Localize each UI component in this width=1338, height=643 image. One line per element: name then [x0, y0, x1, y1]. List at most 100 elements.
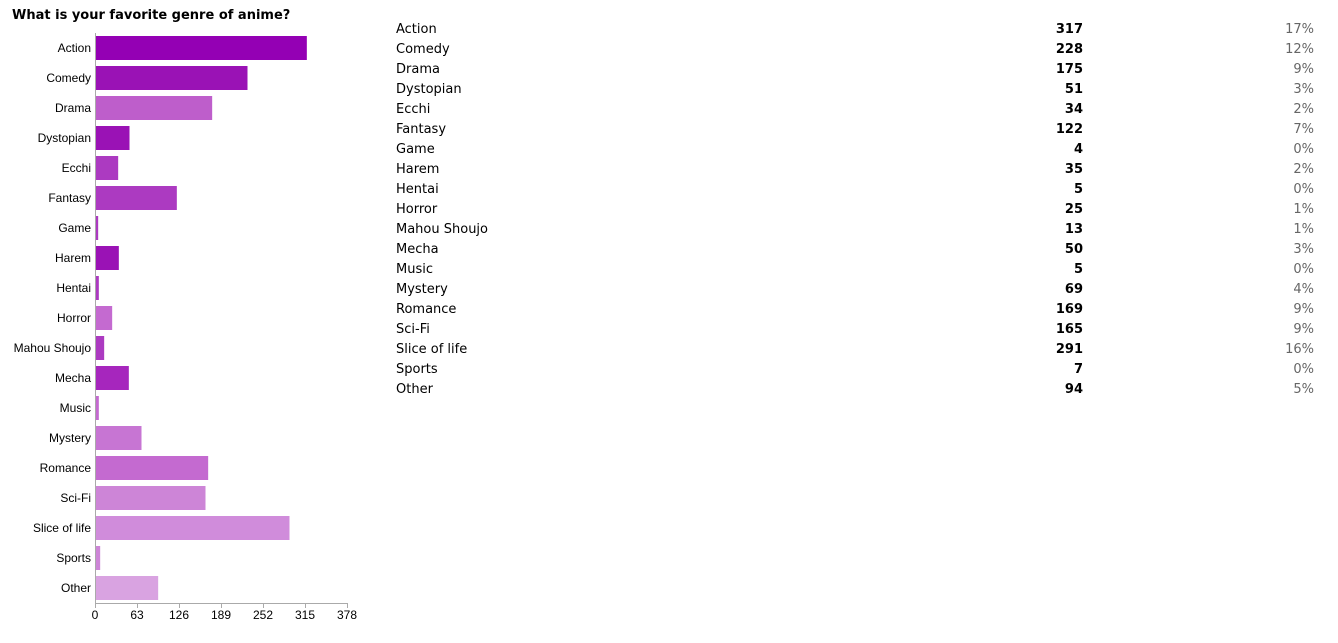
bar — [95, 156, 119, 180]
row-genre: Action — [396, 22, 437, 37]
row-percent: 2% — [1293, 102, 1314, 117]
bar — [95, 246, 119, 270]
row-genre: Comedy — [396, 42, 450, 57]
row-count: 5 — [1073, 182, 1083, 197]
category-label: Ecchi — [62, 161, 91, 175]
row-genre: Game — [396, 142, 435, 157]
row-count: 291 — [1055, 342, 1083, 357]
row-percent: 4% — [1293, 282, 1314, 297]
row-genre: Sci-Fi — [396, 322, 430, 337]
row-count: 122 — [1055, 122, 1083, 137]
row-genre: Dystopian — [396, 82, 462, 97]
table-row: Romance 169 9% — [396, 300, 1316, 320]
category-label: Hentai — [56, 281, 91, 295]
row-percent: 9% — [1293, 62, 1314, 77]
table-row: Slice of life 291 16% — [396, 340, 1316, 360]
bars-group — [95, 36, 307, 600]
row-percent: 2% — [1293, 162, 1314, 177]
category-label: Horror — [57, 311, 91, 325]
bar — [95, 96, 213, 120]
row-genre: Mahou Shoujo — [396, 222, 488, 237]
row-percent: 1% — [1293, 202, 1314, 217]
bar — [95, 66, 248, 90]
bar — [95, 126, 130, 150]
row-percent: 16% — [1285, 342, 1314, 357]
category-label: Fantasy — [48, 191, 91, 205]
table-row: Fantasy 122 7% — [396, 120, 1316, 140]
bar — [95, 306, 113, 330]
table-row: Game 4 0% — [396, 140, 1316, 160]
row-percent: 17% — [1285, 22, 1314, 37]
row-count: 175 — [1055, 62, 1083, 77]
bar — [95, 36, 307, 60]
row-genre: Mystery — [396, 282, 448, 297]
row-count: 7 — [1073, 362, 1083, 377]
category-label: Game — [58, 221, 91, 235]
row-count: 35 — [1064, 162, 1083, 177]
bar — [95, 486, 206, 510]
row-count: 50 — [1064, 242, 1083, 257]
table-row: Mystery 69 4% — [396, 280, 1316, 300]
table-row: Hentai 5 0% — [396, 180, 1316, 200]
row-count: 5 — [1073, 262, 1083, 277]
category-label: Dystopian — [38, 131, 91, 145]
row-percent: 5% — [1293, 382, 1314, 397]
row-genre: Sports — [396, 362, 438, 377]
table-row: Dystopian 51 3% — [396, 80, 1316, 100]
row-count: 69 — [1064, 282, 1083, 297]
row-percent: 9% — [1293, 322, 1314, 337]
category-label: Harem — [55, 251, 91, 265]
row-count: 94 — [1064, 382, 1083, 397]
bar — [95, 516, 290, 540]
table-row: Other 94 5% — [396, 380, 1316, 400]
table-row: Ecchi 34 2% — [396, 100, 1316, 120]
row-percent: 1% — [1293, 222, 1314, 237]
table-row: Drama 175 9% — [396, 60, 1316, 80]
x-tick-label: 378 — [337, 608, 357, 622]
row-percent: 0% — [1293, 182, 1314, 197]
category-label: Mahou Shoujo — [14, 341, 92, 355]
row-genre: Harem — [396, 162, 440, 177]
bar — [95, 546, 101, 570]
x-tick-label: 126 — [169, 608, 189, 622]
row-percent: 9% — [1293, 302, 1314, 317]
x-tick-label: 63 — [130, 608, 144, 622]
bar — [95, 456, 209, 480]
category-labels-group: Action Comedy Drama Dystopian Ecchi Fantasy Ga… — [14, 41, 92, 595]
row-count: 228 — [1055, 42, 1083, 57]
row-genre: Hentai — [396, 182, 439, 197]
row-genre: Horror — [396, 202, 438, 217]
row-percent: 0% — [1293, 362, 1314, 377]
x-tick-label: 0 — [92, 608, 99, 622]
table-row: Action 317 17% — [396, 20, 1316, 40]
category-label: Sports — [56, 551, 91, 565]
category-label: Romance — [40, 461, 92, 475]
row-count: 51 — [1064, 82, 1083, 97]
bar — [95, 186, 177, 210]
table-row: Sci-Fi 165 9% — [396, 320, 1316, 340]
x-ticks-group: 0 63 126 189 252 315 378 — [92, 603, 357, 622]
category-label: Mystery — [49, 431, 91, 445]
row-count: 13 — [1064, 222, 1083, 237]
bar — [95, 426, 142, 450]
row-genre: Drama — [396, 62, 440, 77]
row-percent: 3% — [1293, 242, 1314, 257]
row-count: 4 — [1073, 142, 1083, 157]
row-genre: Slice of life — [396, 342, 468, 357]
row-percent: 7% — [1293, 122, 1314, 137]
bar — [95, 336, 105, 360]
x-tick-label: 252 — [253, 608, 273, 622]
x-tick-label: 189 — [211, 608, 231, 622]
row-percent: 0% — [1293, 142, 1314, 157]
results-table: Action 317 17% Comedy 228 12% Drama 175 9% Dystop… — [396, 20, 1316, 400]
table-row: Sports 7 0% — [396, 360, 1316, 380]
category-label: Slice of life — [33, 521, 91, 535]
row-count: 169 — [1055, 302, 1083, 317]
row-genre: Fantasy — [396, 122, 447, 137]
row-count: 25 — [1064, 202, 1083, 217]
category-label: Comedy — [46, 71, 91, 85]
category-label: Drama — [55, 101, 91, 115]
category-label: Sci-Fi — [60, 491, 91, 505]
category-label: Music — [60, 401, 91, 415]
bar — [95, 366, 129, 390]
